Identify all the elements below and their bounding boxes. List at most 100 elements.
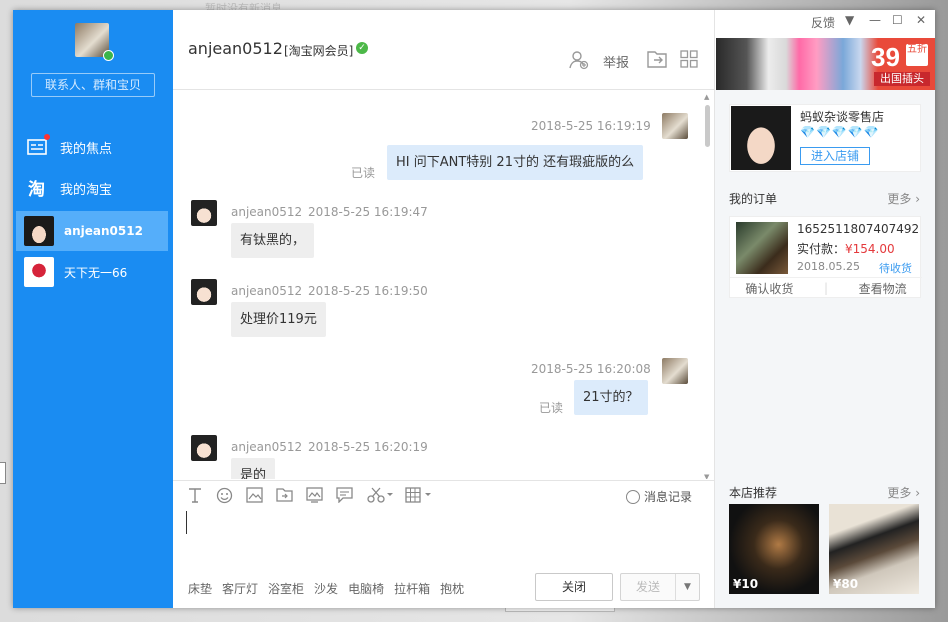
sidebar-item-label: 我的焦点 bbox=[60, 141, 113, 157]
ad-banner[interactable]: 39 五折 出国插头 bbox=[716, 38, 935, 90]
close-icon[interactable]: ✕ bbox=[916, 13, 926, 27]
contact-name: anjean0512 bbox=[64, 224, 143, 238]
quick-word[interactable]: 电脑椅 bbox=[348, 580, 384, 597]
contact-message-avatar bbox=[191, 435, 217, 461]
shop-name[interactable]: 蚂蚁杂谈零售店 bbox=[800, 108, 884, 125]
view-logistics-button[interactable]: 查看物流 bbox=[859, 280, 907, 297]
order-number: 1652511807407492 bbox=[797, 222, 919, 236]
contact-item-tianxiawuyi[interactable]: 天下无一66 bbox=[16, 252, 168, 292]
background-window-text: 暂时没有新消息 bbox=[205, 2, 282, 10]
notification-dot bbox=[44, 134, 50, 140]
emoji-icon[interactable] bbox=[216, 487, 233, 508]
online-status-icon bbox=[103, 50, 114, 61]
product-price: ¥10 bbox=[733, 577, 759, 591]
my-message-avatar bbox=[662, 358, 688, 384]
message-time: 2018-5-25 16:19:50 bbox=[308, 284, 428, 298]
send-label: 发送 bbox=[635, 580, 660, 594]
order-payment: 实付款：¥154.00 bbox=[797, 240, 895, 257]
report-button[interactable]: 举报 bbox=[603, 52, 629, 71]
maximize-icon[interactable]: ☐ bbox=[892, 13, 903, 27]
input-toolbar: 消息记录 bbox=[173, 480, 714, 510]
add-contact-icon[interactable] bbox=[569, 50, 589, 74]
sidebar-item-focus[interactable]: 我的焦点 bbox=[16, 127, 168, 167]
right-panel: 反馈 ▼ — ☐ ✕ 39 五折 出国插头 蚂蚁杂谈零售店 💎💎💎💎💎 进入店铺… bbox=[714, 10, 935, 608]
focus-icon bbox=[26, 134, 50, 158]
window-controls: 反馈 ▼ — ☐ ✕ bbox=[715, 10, 935, 38]
scissors-icon[interactable] bbox=[367, 487, 395, 507]
contact-message-avatar bbox=[191, 200, 217, 226]
ad-sale-badge: 五折 bbox=[906, 44, 928, 66]
quick-word[interactable]: 拉杆箱 bbox=[394, 580, 430, 597]
order-card: 1652511807407492 实付款：¥154.00 2018.05.25 … bbox=[729, 216, 922, 298]
shop-info-panel: 蚂蚁杂谈零售店 💎💎💎💎💎 进入店铺 我的订单 更多 › 16525118074… bbox=[715, 90, 935, 608]
apps-grid-icon[interactable] bbox=[680, 50, 698, 72]
image-icon[interactable] bbox=[246, 487, 263, 507]
font-icon[interactable] bbox=[187, 487, 203, 507]
message-bubble: 有钛黑的， bbox=[231, 223, 315, 258]
confirm-receipt-button[interactable]: 确认收货 bbox=[745, 280, 793, 297]
message-bubble: 是的 bbox=[231, 458, 276, 479]
member-badge: [淘宝网会员] bbox=[284, 44, 354, 58]
recommended-product[interactable]: ¥80 bbox=[829, 504, 919, 594]
message-history-button[interactable]: 消息记录 bbox=[626, 488, 692, 505]
order-date: 2018.05.25 bbox=[797, 260, 860, 273]
ad-number: 39 bbox=[871, 42, 900, 72]
message-sender: anjean0512 bbox=[231, 284, 303, 298]
orders-more-link[interactable]: 更多 › bbox=[887, 190, 920, 207]
message-sender: anjean0512 bbox=[231, 440, 303, 454]
message-time: 2018-5-25 16:20:19 bbox=[308, 440, 428, 454]
scroll-up-icon[interactable]: ▲ bbox=[704, 93, 709, 101]
order-product-image[interactable] bbox=[736, 222, 788, 274]
quick-word[interactable]: 抱枕 bbox=[440, 580, 464, 597]
recommend-more-link[interactable]: 更多 › bbox=[887, 484, 920, 501]
close-button[interactable]: 关闭 bbox=[535, 573, 613, 601]
scrollbar-thumb[interactable] bbox=[705, 105, 710, 147]
send-options-icon[interactable]: ▼ bbox=[675, 574, 699, 600]
more-tools-icon[interactable] bbox=[405, 487, 433, 507]
pay-label: 实付款： bbox=[797, 242, 846, 256]
minimize-icon[interactable]: — bbox=[869, 13, 881, 27]
folder-icon[interactable] bbox=[276, 487, 293, 507]
read-status: 已读 bbox=[539, 401, 564, 415]
message-sender: anjean0512 bbox=[231, 205, 303, 219]
message-bubble: 处理价119元 bbox=[231, 302, 326, 337]
contact-search-input[interactable]: 联系人、群和宝贝 bbox=[31, 73, 155, 97]
contact-message-avatar bbox=[191, 279, 217, 305]
product-price: ¥80 bbox=[833, 577, 859, 591]
quick-word[interactable]: 客厅灯 bbox=[222, 580, 258, 597]
divider: | bbox=[823, 281, 829, 295]
quick-word[interactable]: 沙发 bbox=[314, 580, 338, 597]
message-bubble: HI 问下ANT特别 21寸的 还有瑕疵版的么 bbox=[387, 145, 644, 180]
svg-text:淘: 淘 bbox=[28, 179, 45, 198]
send-button[interactable]: 发送 ▼ bbox=[620, 573, 700, 601]
sidebar-item-label: 我的淘宝 bbox=[60, 182, 113, 198]
shop-rating-icon: 💎💎💎💎💎 bbox=[800, 125, 880, 139]
dropdown-icon[interactable]: ▼ bbox=[845, 13, 854, 27]
sidebar-item-my-taobao[interactable]: 淘 我的淘宝 bbox=[16, 168, 168, 208]
history-label: 消息记录 bbox=[644, 490, 693, 504]
contact-item-anjean0512[interactable]: anjean0512 bbox=[16, 211, 168, 251]
background-window-edge bbox=[0, 462, 6, 484]
shop-logo[interactable] bbox=[731, 106, 791, 170]
my-message-avatar bbox=[662, 113, 688, 139]
verified-icon: ✓ bbox=[356, 42, 368, 54]
orders-title: 我的订单 bbox=[729, 192, 778, 206]
feedback-button[interactable]: 反馈 bbox=[811, 14, 835, 31]
order-status: 待收货 bbox=[879, 262, 912, 275]
pay-amount: ¥154.00 bbox=[845, 242, 895, 256]
message-scrollbar[interactable]: ▲ ▼ bbox=[704, 93, 711, 479]
quick-reply-icon[interactable] bbox=[336, 487, 353, 507]
recommend-title: 本店推荐 bbox=[729, 486, 778, 500]
contact-avatar bbox=[24, 216, 54, 246]
scroll-down-icon[interactable]: ▼ bbox=[704, 473, 709, 479]
screenshot-icon[interactable] bbox=[306, 487, 323, 507]
ad-subtitle: 出国插头 bbox=[874, 72, 930, 86]
more-label: 更多 bbox=[887, 486, 912, 500]
quick-word[interactable]: 浴室柜 bbox=[268, 580, 304, 597]
recommended-product[interactable]: ¥10 bbox=[729, 504, 819, 594]
enter-shop-button[interactable]: 进入店铺 bbox=[800, 147, 870, 165]
share-icon[interactable] bbox=[647, 50, 667, 72]
message-input[interactable] bbox=[173, 510, 714, 570]
taobao-icon: 淘 bbox=[26, 177, 48, 199]
quick-word[interactable]: 床垫 bbox=[188, 580, 212, 597]
